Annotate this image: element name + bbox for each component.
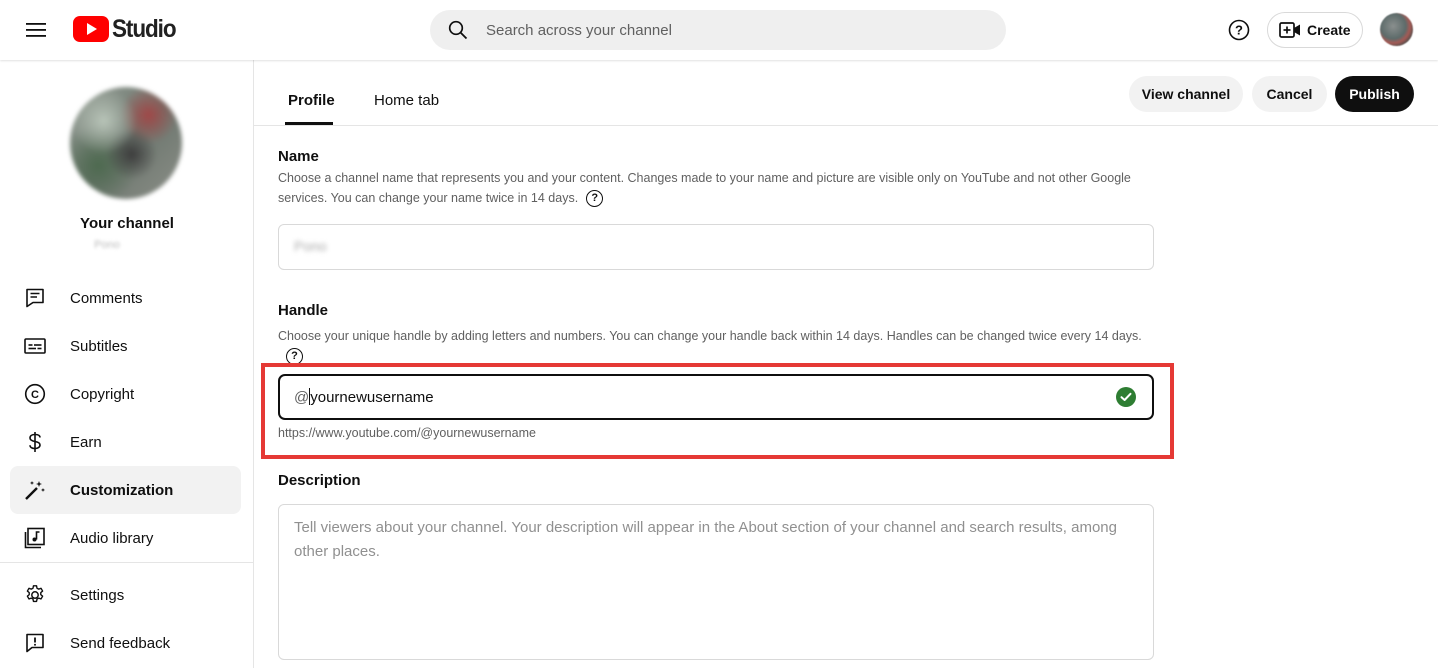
- channel-avatar[interactable]: [70, 87, 182, 199]
- search-icon: [446, 18, 470, 42]
- sidebar-item-earn[interactable]: Earn: [10, 418, 241, 466]
- audio-library-icon: [23, 526, 47, 550]
- sidebar-item-label: Customization: [70, 481, 174, 499]
- youtube-logo-icon: [73, 16, 109, 42]
- logo-text: Studio: [112, 14, 177, 43]
- sidebar-divider: [0, 562, 253, 563]
- svg-text:C: C: [31, 389, 39, 401]
- sidebar-item-label: Settings: [70, 586, 125, 604]
- copyright-icon: C: [23, 382, 47, 406]
- tabs-bar: Profile Home tab View channel Cancel Pub…: [254, 60, 1438, 126]
- handle-description-text: Choose your unique handle by adding lett…: [278, 329, 1142, 343]
- sidebar-item-label: Subtitles: [70, 337, 128, 355]
- view-channel-button[interactable]: View channel: [1129, 76, 1243, 112]
- active-tab-indicator: [285, 122, 333, 125]
- studio-logo[interactable]: Studio: [73, 13, 183, 45]
- dollar-icon: [23, 430, 47, 454]
- sidebar-item-label: Audio library: [70, 529, 154, 547]
- publish-button[interactable]: Publish: [1335, 76, 1414, 112]
- sidebar: Your channel Pono Comments Subtitles C C…: [0, 60, 254, 668]
- create-label: Create: [1307, 22, 1351, 38]
- name-field[interactable]: Pono: [278, 224, 1154, 270]
- tab-home[interactable]: Home tab: [374, 92, 439, 109]
- sidebar-item-copyright[interactable]: C Copyright: [10, 370, 241, 418]
- sidebar-item-customization[interactable]: Customization: [10, 466, 241, 514]
- comments-icon: [23, 286, 47, 310]
- cancel-button[interactable]: Cancel: [1252, 76, 1327, 112]
- help-icon[interactable]: ?: [1221, 12, 1257, 48]
- subtitles-icon: [23, 334, 47, 358]
- top-app-bar: Studio Search across your channel ? Crea…: [0, 0, 1438, 60]
- sidebar-item-audio-library[interactable]: Audio library: [10, 514, 241, 562]
- handle-section-description: Choose your unique handle by adding lett…: [278, 326, 1148, 366]
- create-video-icon: [1279, 22, 1300, 38]
- channel-name: Pono: [94, 239, 120, 251]
- feedback-icon: [23, 631, 47, 655]
- search-input[interactable]: Search across your channel: [486, 22, 672, 39]
- sidebar-item-settings[interactable]: Settings: [10, 571, 241, 619]
- name-section-title: Name: [278, 148, 319, 165]
- sidebar-item-label: Comments: [70, 289, 143, 307]
- magic-wand-icon: [23, 478, 47, 502]
- account-avatar[interactable]: [1380, 13, 1413, 46]
- sidebar-item-send-feedback[interactable]: Send feedback: [10, 619, 241, 667]
- sidebar-item-comments[interactable]: Comments: [10, 274, 241, 322]
- tab-profile[interactable]: Profile: [288, 92, 335, 109]
- name-section-description: Choose a channel name that represents yo…: [278, 168, 1148, 208]
- description-section-title: Description: [278, 472, 361, 489]
- name-value: Pono: [294, 238, 327, 254]
- gear-icon: [23, 583, 47, 607]
- sidebar-item-label: Copyright: [70, 385, 135, 403]
- create-button[interactable]: Create: [1267, 12, 1363, 48]
- highlight-annotation-box: [261, 363, 1174, 459]
- search-bar[interactable]: Search across your channel: [430, 10, 1006, 50]
- sidebar-item-label: Earn: [70, 433, 102, 451]
- help-icon[interactable]: ?: [586, 190, 604, 208]
- description-placeholder: Tell viewers about your channel. Your de…: [294, 519, 1117, 560]
- sidebar-item-subtitles[interactable]: Subtitles: [10, 322, 241, 370]
- name-description-text: Choose a channel name that represents yo…: [278, 171, 1131, 205]
- menu-icon[interactable]: [16, 10, 56, 50]
- svg-text:?: ?: [1235, 23, 1243, 38]
- description-textarea[interactable]: Tell viewers about your channel. Your de…: [278, 504, 1154, 660]
- sidebar-item-label: Send feedback: [70, 634, 171, 652]
- channel-title: Your channel: [80, 215, 174, 232]
- handle-section-title: Handle: [278, 302, 329, 319]
